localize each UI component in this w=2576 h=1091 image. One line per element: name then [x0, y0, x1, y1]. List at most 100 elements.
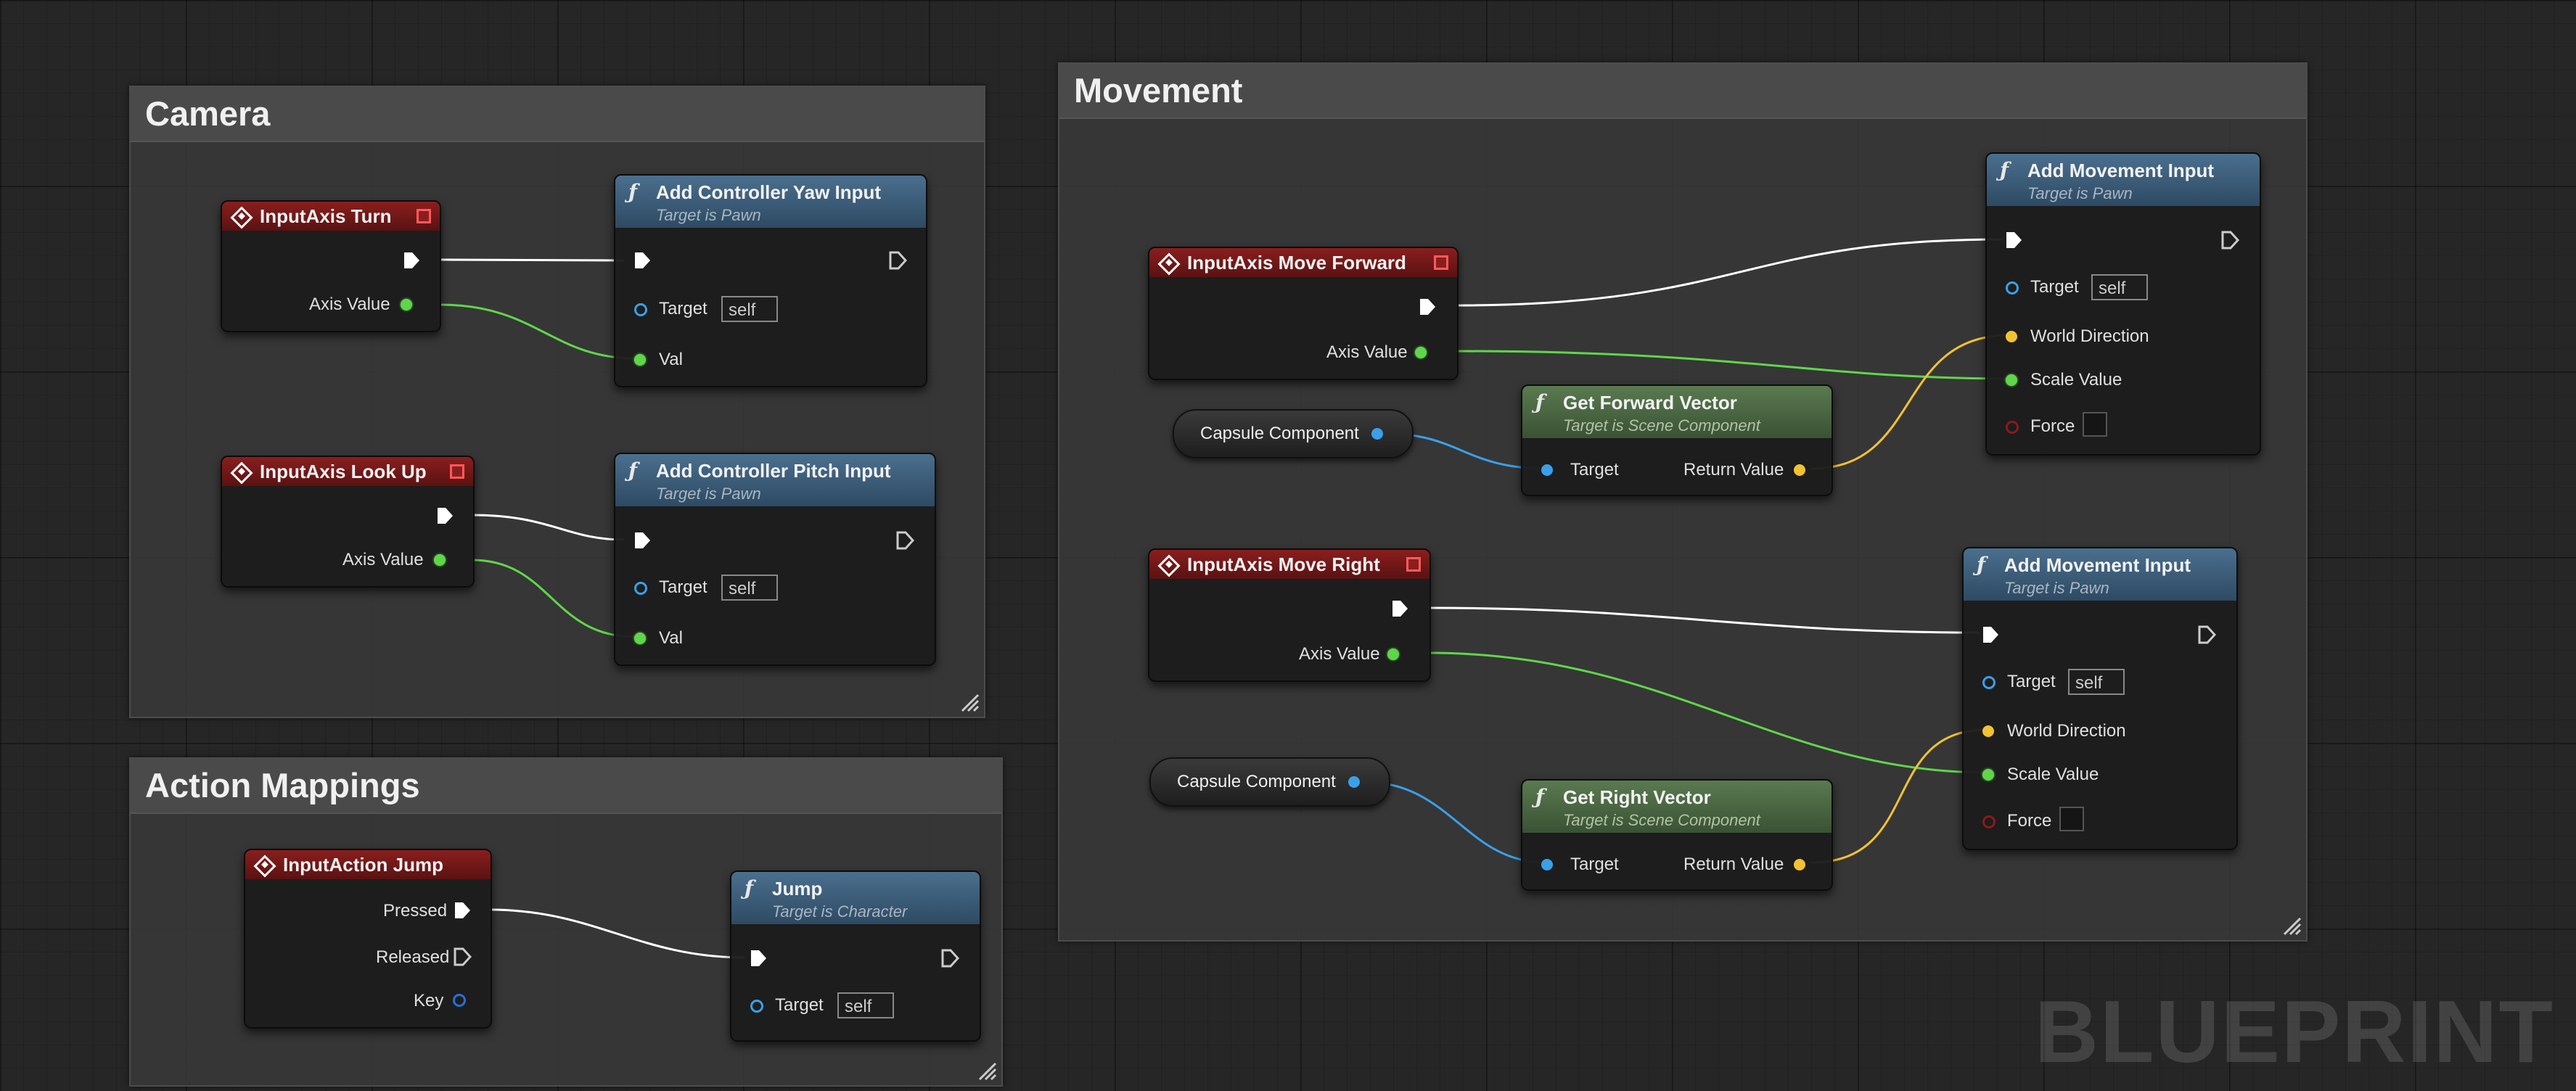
exec-out-pin-icon[interactable] — [402, 251, 421, 270]
delegate-pin-icon[interactable] — [450, 464, 464, 479]
blueprint-watermark: BLUEPRINT — [2034, 982, 2554, 1081]
resize-handle-icon[interactable] — [975, 1059, 997, 1081]
force-pin-icon[interactable] — [2006, 421, 2019, 434]
resize-handle-icon[interactable] — [2280, 914, 2302, 936]
node-add-controller-pitch-input[interactable]: ƒ Add Controller Pitch Input Target is P… — [614, 453, 936, 666]
node-subtitle: Target is Character — [772, 902, 908, 921]
node-add-movement-input-1[interactable]: ƒ Add Movement Input Target is Pawn Targ… — [1985, 152, 2261, 456]
exec-out-pin-icon[interactable] — [2220, 231, 2239, 250]
node-get-right-vector[interactable]: ƒ Get Right Vector Target is Scene Compo… — [1521, 779, 1833, 891]
target-self-field[interactable]: self — [837, 992, 894, 1018]
axis-value-pin-icon[interactable] — [401, 299, 412, 310]
delegate-pin-icon[interactable] — [1434, 255, 1448, 270]
node-title: InputAxis Move Forward — [1187, 252, 1406, 273]
delegate-pin-icon[interactable] — [1406, 557, 1421, 572]
exec-in-pin-icon[interactable] — [749, 949, 768, 968]
resize-handle-icon[interactable] — [958, 691, 980, 712]
world-direction-pin-icon[interactable] — [1982, 725, 1994, 737]
force-checkbox[interactable] — [2059, 807, 2084, 831]
exec-out-pin-icon[interactable] — [888, 251, 907, 270]
function-icon: ƒ — [1977, 553, 1986, 577]
function-icon: ƒ — [628, 458, 638, 482]
node-title: Add Movement Input — [2027, 160, 2215, 181]
axis-value-pin-icon[interactable] — [434, 554, 446, 566]
exec-out-pin-icon[interactable] — [1390, 599, 1409, 618]
released-label: Released — [376, 947, 450, 967]
event-icon — [230, 461, 253, 485]
scale-value-pin-icon[interactable] — [1982, 769, 1994, 781]
target-pin-icon[interactable] — [634, 582, 647, 595]
world-direction-pin-icon[interactable] — [2006, 331, 2017, 342]
key-pin-icon[interactable] — [453, 994, 466, 1007]
val-pin-icon[interactable] — [634, 354, 646, 366]
node-get-forward-vector[interactable]: ƒ Get Forward Vector Target is Scene Com… — [1521, 384, 1833, 496]
scale-value-pin-icon[interactable] — [2006, 374, 2017, 386]
return-value-pin-icon[interactable] — [1794, 859, 1805, 870]
target-pin-icon[interactable] — [634, 303, 647, 316]
capsule-component-variable[interactable]: Capsule Component — [1149, 757, 1390, 807]
released-exec-pin-icon[interactable] — [453, 947, 472, 966]
exec-in-pin-icon[interactable] — [1981, 625, 2000, 644]
exec-out-pin-icon[interactable] — [940, 949, 959, 968]
exec-in-pin-icon[interactable] — [633, 251, 652, 270]
exec-in-pin-icon[interactable] — [633, 531, 652, 550]
exec-out-pin-icon[interactable] — [895, 531, 914, 550]
comment-title[interactable]: Camera — [131, 87, 984, 142]
node-header: ƒ Add Movement Input Target is Pawn — [1964, 548, 2236, 601]
comment-title[interactable]: Action Mappings — [131, 759, 1001, 814]
node-subtitle: Target is Pawn — [656, 485, 761, 503]
return-value-label: Return Value — [1683, 460, 1784, 479]
node-title: InputAxis Look Up — [260, 461, 427, 482]
axis-value-pin-icon[interactable] — [1415, 347, 1427, 358]
force-checkbox[interactable] — [2083, 412, 2107, 437]
val-label: Val — [659, 628, 683, 648]
axis-value-label: Axis Value — [309, 295, 390, 314]
target-pin-icon[interactable] — [750, 1000, 763, 1013]
target-pin-icon[interactable] — [1982, 676, 1995, 689]
key-label: Key — [414, 991, 444, 1010]
capsule-component-pin-icon[interactable] — [1371, 428, 1383, 440]
node-title: Jump — [772, 878, 823, 899]
pressed-exec-pin-icon[interactable] — [453, 901, 472, 920]
return-value-pin-icon[interactable] — [1794, 464, 1805, 476]
node-header: ƒ Get Right Vector Target is Scene Compo… — [1522, 781, 1831, 833]
exec-out-pin-icon[interactable] — [1418, 297, 1437, 316]
exec-out-pin-icon[interactable] — [435, 506, 454, 525]
target-self-field[interactable]: self — [2091, 274, 2148, 300]
node-add-controller-yaw-input[interactable]: ƒ Add Controller Yaw Input Target is Paw… — [614, 174, 927, 387]
function-icon: ƒ — [745, 876, 754, 900]
target-self-field[interactable]: self — [2068, 669, 2125, 695]
target-label: Target — [1570, 460, 1619, 479]
capsule-component-pin-icon[interactable] — [1348, 776, 1360, 788]
exec-in-pin-icon[interactable] — [2004, 231, 2023, 250]
target-label: Target — [2030, 277, 2079, 297]
target-self-field[interactable]: self — [721, 575, 778, 601]
node-inputaction-jump[interactable]: InputAction Jump Pressed Released Key — [244, 849, 492, 1029]
force-pin-icon[interactable] — [1982, 815, 1995, 828]
comment-title[interactable]: Movement — [1059, 64, 2306, 119]
capsule-component-variable[interactable]: Capsule Component — [1173, 409, 1414, 458]
delegate-pin-icon[interactable] — [417, 209, 431, 223]
node-inputaxis-turn[interactable]: InputAxis Turn Axis Value — [221, 200, 441, 332]
node-inputaxis-look-up[interactable]: InputAxis Look Up Axis Value — [221, 456, 475, 588]
target-pin-icon[interactable] — [1541, 859, 1553, 870]
val-label: Val — [659, 350, 683, 369]
node-title: InputAction Jump — [283, 854, 443, 876]
axis-value-pin-icon[interactable] — [1387, 649, 1399, 660]
target-pin-icon[interactable] — [2006, 281, 2019, 295]
node-inputaxis-move-right[interactable]: InputAxis Move Right Axis Value — [1148, 548, 1431, 682]
node-header: ƒ Add Controller Pitch Input Target is P… — [615, 454, 935, 506]
target-pin-icon[interactable] — [1541, 464, 1553, 476]
exec-out-pin-icon[interactable] — [2197, 625, 2216, 644]
node-subtitle: Target is Pawn — [656, 206, 761, 224]
node-inputaxis-move-forward[interactable]: InputAxis Move Forward Axis Value — [1148, 247, 1459, 380]
node-title: Get Right Vector — [1563, 786, 1711, 808]
event-icon — [253, 855, 276, 878]
force-label: Force — [2007, 811, 2052, 831]
node-jump[interactable]: ƒ Jump Target is Character Target self — [730, 870, 981, 1042]
val-pin-icon[interactable] — [634, 633, 646, 644]
target-label: Target — [2007, 672, 2056, 691]
force-label: Force — [2030, 416, 2075, 436]
node-add-movement-input-2[interactable]: ƒ Add Movement Input Target is Pawn Targ… — [1962, 547, 2238, 850]
target-self-field[interactable]: self — [721, 296, 778, 322]
